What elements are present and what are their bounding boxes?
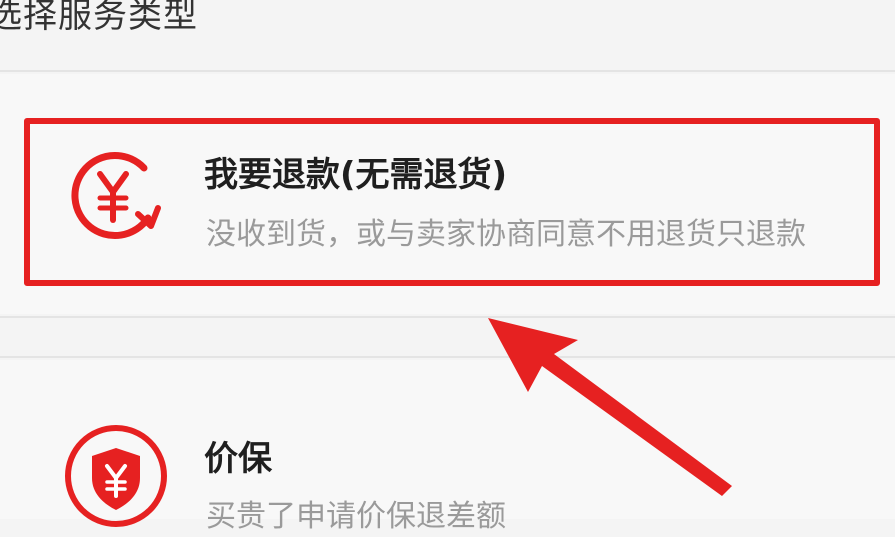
page-title: 选择服务类型 (0, 0, 198, 36)
divider (0, 356, 895, 358)
option-description: 买贵了申请价保退差额 (206, 499, 506, 534)
service-type-page: 选择服务类型 我要退款(无需退货) 没收到货，或与卖家协商同意不用退货只退款 价… (0, 0, 895, 534)
divider (0, 70, 895, 72)
divider (0, 316, 895, 318)
option-title: 价保 (204, 439, 272, 479)
highlight-box (24, 118, 880, 286)
red-arrow-icon (470, 310, 750, 500)
yen-shield-icon (62, 422, 170, 530)
